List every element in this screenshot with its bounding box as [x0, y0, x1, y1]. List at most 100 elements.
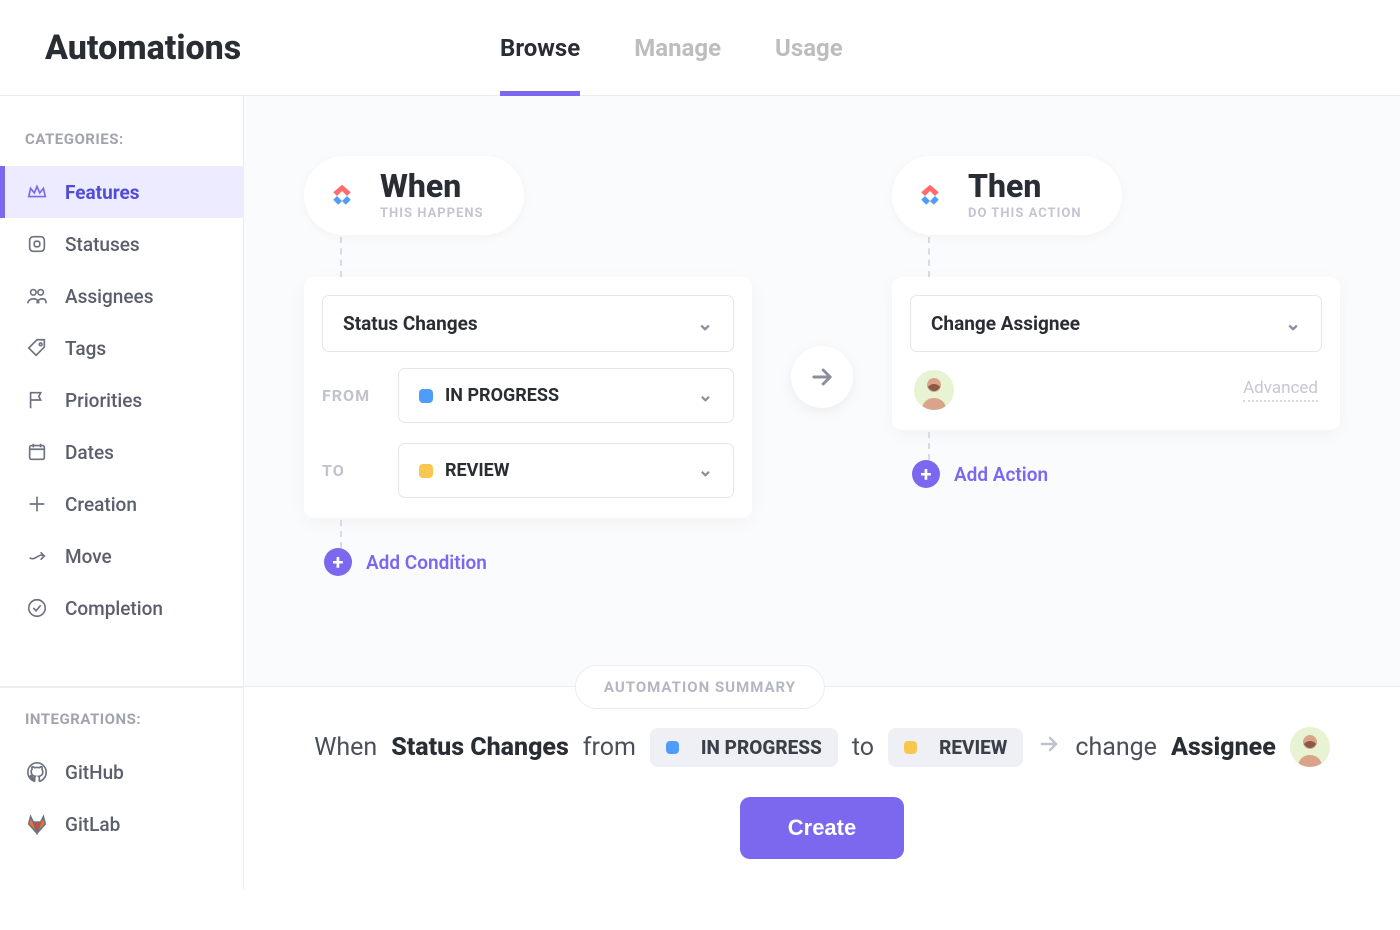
sidebar-item-github[interactable]: GitHub [0, 746, 243, 798]
canvas: When THIS HAPPENS Status Changes ⌄ FROM [244, 96, 1400, 686]
sidebar-item-completion[interactable]: Completion [0, 582, 243, 634]
from-row: FROM IN PROGRESS ⌄ [304, 358, 752, 433]
tag-icon [25, 336, 49, 360]
sidebar-item-label: Features [65, 181, 140, 204]
then-card: Change Assignee ⌄ Advanced [892, 277, 1340, 430]
status-dot [419, 464, 433, 478]
when-pill: When THIS HAPPENS [304, 156, 524, 235]
summary-to-value: REVIEW [939, 736, 1007, 759]
footer: INTEGRATIONS: GitHub GitLab AUTOMATION S… [0, 686, 1400, 889]
create-button-label: Create [788, 815, 856, 840]
summary-trigger: Status Changes [391, 733, 569, 762]
sidebar-item-statuses[interactable]: Statuses [0, 218, 243, 270]
sidebar-item-label: Completion [65, 597, 163, 620]
add-action-label: Add Action [954, 463, 1048, 486]
when-subtitle: THIS HAPPENS [380, 206, 484, 221]
action-value: Change Assignee [931, 312, 1080, 335]
to-row: TO REVIEW ⌄ [304, 433, 752, 518]
tab-label: Usage [775, 34, 843, 62]
advanced-link[interactable]: Advanced [1243, 378, 1318, 402]
summary-from-word: from [583, 733, 636, 762]
chevron-down-icon: ⌄ [697, 312, 713, 335]
header: Automations Browse Manage Usage [0, 0, 1400, 96]
sidebar-integrations: INTEGRATIONS: GitHub GitLab [0, 687, 244, 889]
summary-assignee-avatar [1290, 727, 1330, 767]
when-title: When [380, 170, 484, 202]
sidebar-item-dates[interactable]: Dates [0, 426, 243, 478]
sidebar-item-tags[interactable]: Tags [0, 322, 243, 374]
sidebar-heading-integrations: INTEGRATIONS: [0, 688, 243, 746]
summary-to-chip: REVIEW [888, 728, 1023, 767]
tab-manage[interactable]: Manage [634, 0, 721, 96]
sidebar-item-label: Move [65, 545, 112, 568]
chevron-down-icon: ⌄ [698, 460, 713, 481]
sidebar-item-move[interactable]: Move [0, 530, 243, 582]
sidebar-item-label: Statuses [65, 233, 140, 256]
sidebar-item-label: GitHub [65, 761, 124, 784]
status-dot [904, 741, 917, 754]
sidebar-item-label: Tags [65, 337, 106, 360]
from-select[interactable]: IN PROGRESS ⌄ [398, 368, 734, 423]
plus-circle-icon: + [324, 548, 352, 576]
arrow-icon [25, 544, 49, 568]
arrow-right-icon [1037, 732, 1061, 763]
connector [928, 432, 930, 460]
sidebar-item-label: Dates [65, 441, 114, 464]
create-button[interactable]: Create [740, 797, 904, 859]
square-icon [25, 232, 49, 256]
then-pill: Then DO THIS ACTION [892, 156, 1122, 235]
sidebar-item-priorities[interactable]: Priorities [0, 374, 243, 426]
action-detail-row: Advanced [892, 352, 1340, 430]
from-value: IN PROGRESS [445, 385, 559, 406]
tab-usage[interactable]: Usage [775, 0, 843, 96]
then-title: Then [968, 170, 1082, 202]
summary-line: When Status Changes from IN PROGRESS to … [314, 727, 1330, 767]
main: CATEGORIES: Features Statuses Assignees … [0, 96, 1400, 686]
sidebar-item-gitlab[interactable]: GitLab [0, 798, 243, 850]
add-condition-button[interactable]: + Add Condition [324, 548, 487, 576]
sidebar-item-label: GitLab [65, 813, 120, 836]
from-label: FROM [322, 386, 380, 405]
plus-circle-icon: + [912, 460, 940, 488]
then-subtitle: DO THIS ACTION [968, 206, 1082, 221]
crown-icon [25, 180, 49, 204]
clickup-logo-icon [322, 176, 362, 216]
sidebar-heading-categories: CATEGORIES: [0, 120, 243, 166]
sidebar-item-label: Assignees [65, 285, 153, 308]
tab-browse[interactable]: Browse [500, 0, 580, 96]
summary-from-chip: IN PROGRESS [650, 728, 838, 767]
trigger-select[interactable]: Status Changes ⌄ [322, 295, 734, 352]
flag-icon [25, 388, 49, 412]
summary-action-target: Assignee [1171, 733, 1276, 762]
people-icon [25, 284, 49, 308]
check-icon [25, 596, 49, 620]
sidebar-item-label: Creation [65, 493, 137, 516]
action-select[interactable]: Change Assignee ⌄ [910, 295, 1322, 352]
assignee-avatar[interactable] [914, 370, 954, 410]
summary-action-word: change [1075, 733, 1157, 762]
chevron-down-icon: ⌄ [698, 385, 713, 406]
tab-label: Browse [500, 34, 580, 62]
gitlab-icon [25, 812, 49, 836]
sidebar-item-assignees[interactable]: Assignees [0, 270, 243, 322]
sidebar-item-label: Priorities [65, 389, 142, 412]
sidebar-item-features[interactable]: Features [0, 166, 243, 218]
summary-when: When [314, 733, 377, 762]
plus-icon [25, 492, 49, 516]
calendar-icon [25, 440, 49, 464]
connector [928, 237, 930, 277]
add-condition-label: Add Condition [366, 551, 487, 574]
connector [340, 520, 342, 548]
clickup-logo-icon [910, 176, 950, 216]
summary-from-value: IN PROGRESS [701, 736, 822, 759]
sidebar-item-creation[interactable]: Creation [0, 478, 243, 530]
add-action-button[interactable]: + Add Action [912, 460, 1048, 488]
when-column: When THIS HAPPENS Status Changes ⌄ FROM [304, 156, 822, 656]
to-value: REVIEW [445, 460, 510, 481]
then-column: Then DO THIS ACTION Change Assignee ⌄ Ad… [822, 156, 1340, 656]
flow-arrow-icon [791, 346, 853, 408]
to-select[interactable]: REVIEW ⌄ [398, 443, 734, 498]
summary-to-word: to [852, 733, 874, 762]
github-icon [25, 760, 49, 784]
status-dot [419, 389, 433, 403]
